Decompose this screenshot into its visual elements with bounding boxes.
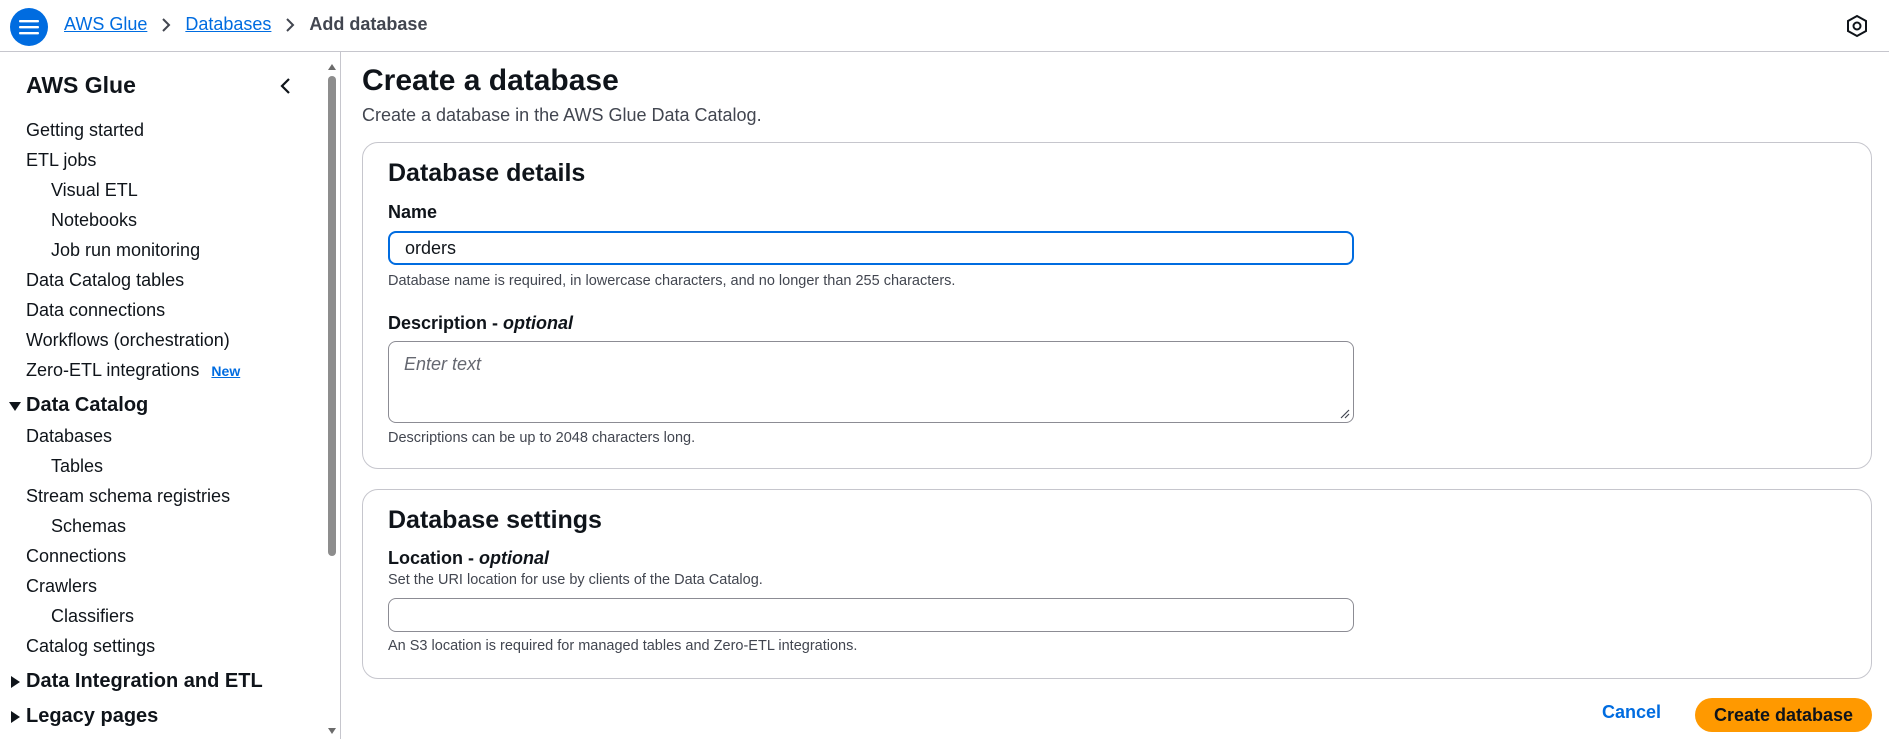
breadcrumb-current: Add database bbox=[309, 14, 428, 34]
location-input[interactable] bbox=[388, 598, 1354, 632]
scrollbar-thumb[interactable] bbox=[328, 76, 336, 556]
chevron-right-icon bbox=[161, 17, 171, 32]
sidebar-item-databases[interactable]: Databases bbox=[26, 426, 112, 447]
scroll-down-icon[interactable] bbox=[327, 726, 337, 736]
panel-title: Database details bbox=[388, 159, 586, 187]
page-description: Create a database in the AWS Glue Data C… bbox=[362, 105, 762, 125]
sidebar-item-connections[interactable]: Connections bbox=[26, 546, 126, 567]
sidebar-item-getting-started[interactable]: Getting started bbox=[26, 120, 144, 141]
hamburger-icon bbox=[19, 20, 39, 35]
sidebar-section-data-integration[interactable]: Data Integration and ETL bbox=[8, 670, 263, 693]
sidebar-item-tables[interactable]: Tables bbox=[51, 456, 103, 477]
optional-text: optional bbox=[479, 548, 549, 568]
sidebar-item-schemas[interactable]: Schemas bbox=[51, 516, 126, 537]
new-badge[interactable]: New bbox=[211, 363, 240, 379]
sidebar-item-label: Zero-ETL integrations bbox=[26, 360, 200, 380]
location-label: Location - optional bbox=[388, 548, 549, 569]
description-hint: Descriptions can be up to 2048 character… bbox=[388, 430, 696, 446]
sidebar-item-etl-jobs[interactable]: ETL jobs bbox=[26, 150, 96, 171]
sidebar-section-legacy-pages[interactable]: Legacy pages bbox=[8, 705, 158, 728]
sidebar-item-job-run-monitoring[interactable]: Job run monitoring bbox=[51, 240, 200, 261]
sidebar-item-stream-schema-registries[interactable]: Stream schema registries bbox=[26, 486, 230, 507]
database-details-panel: Database details Name orders Database na… bbox=[362, 142, 1872, 469]
main-content: Create a database Create a database in t… bbox=[342, 52, 1889, 739]
caret-right-icon bbox=[8, 708, 26, 726]
scroll-up-icon[interactable] bbox=[327, 62, 337, 72]
description-textarea[interactable]: Enter text bbox=[388, 341, 1354, 423]
description-label: Description - optional bbox=[388, 313, 573, 334]
sidebar-scrollbar[interactable] bbox=[326, 62, 338, 739]
name-label: Name bbox=[388, 202, 438, 222]
location-help: Set the URI location for use by clients … bbox=[388, 572, 763, 588]
panel-title: Database settings bbox=[388, 506, 602, 534]
chevron-right-icon bbox=[285, 17, 295, 32]
name-input-value: orders bbox=[405, 237, 457, 258]
breadcrumb: AWS Glue Databases Add database bbox=[64, 14, 427, 35]
sidebar-item-notebooks[interactable]: Notebooks bbox=[51, 210, 137, 231]
name-input[interactable]: orders bbox=[388, 231, 1354, 265]
sidebar-section-label: Data Catalog bbox=[26, 394, 149, 416]
database-settings-panel: Database settings Location - optional Se… bbox=[362, 489, 1872, 679]
sidebar-title: AWS Glue bbox=[26, 72, 136, 98]
location-hint: An S3 location is required for managed t… bbox=[388, 638, 858, 654]
location-label-text: Location - bbox=[388, 548, 479, 568]
top-navigation-bar: AWS Glue Databases Add database bbox=[0, 0, 1889, 52]
name-hint: Database name is required, in lowercase … bbox=[388, 273, 956, 289]
breadcrumb-link-databases[interactable]: Databases bbox=[185, 14, 271, 35]
chevron-left-icon[interactable] bbox=[276, 76, 296, 96]
sidebar-item-classifiers[interactable]: Classifiers bbox=[51, 606, 134, 627]
sidebar-section-label: Data Integration and ETL bbox=[26, 670, 263, 692]
sidebar-item-catalog-settings[interactable]: Catalog settings bbox=[26, 636, 155, 657]
description-placeholder: Enter text bbox=[404, 354, 482, 374]
caret-down-icon bbox=[8, 397, 26, 415]
sidebar-item-visual-etl[interactable]: Visual ETL bbox=[51, 180, 138, 201]
sidebar-section-label: Legacy pages bbox=[26, 705, 159, 727]
sidebar-item-zero-etl[interactable]: Zero-ETL integrations New bbox=[26, 360, 240, 381]
breadcrumb-link-aws-glue[interactable]: AWS Glue bbox=[64, 14, 147, 35]
page-title: Create a database bbox=[362, 64, 619, 97]
resize-handle-icon[interactable] bbox=[1340, 409, 1350, 419]
sidebar-item-data-catalog-tables[interactable]: Data Catalog tables bbox=[26, 270, 184, 291]
sidebar-item-data-connections[interactable]: Data connections bbox=[26, 300, 165, 321]
sidebar-section-data-catalog[interactable]: Data Catalog bbox=[8, 394, 148, 417]
sidebar-item-crawlers[interactable]: Crawlers bbox=[26, 576, 97, 597]
create-database-button[interactable]: Create database bbox=[1695, 698, 1872, 732]
sidebar-item-workflows[interactable]: Workflows (orchestration) bbox=[26, 330, 230, 351]
description-label-text: Description - bbox=[388, 313, 504, 333]
settings-hexagon-icon[interactable] bbox=[1845, 14, 1869, 38]
menu-button[interactable] bbox=[10, 8, 48, 46]
cancel-button[interactable]: Cancel bbox=[1602, 702, 1661, 723]
optional-text: optional bbox=[503, 313, 574, 333]
caret-right-icon bbox=[8, 673, 26, 691]
side-navigation: AWS Glue Getting started ETL jobs Visual… bbox=[0, 52, 341, 739]
